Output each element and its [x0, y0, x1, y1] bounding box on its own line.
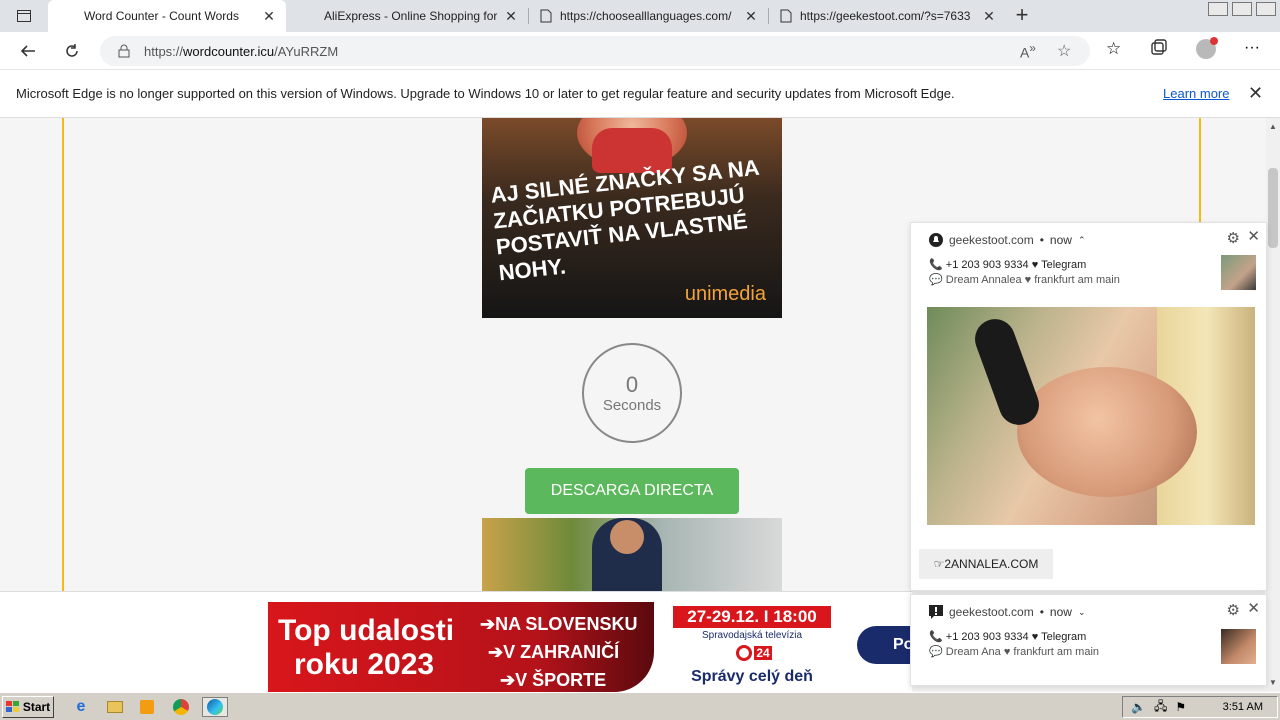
notification-line2: 💬 Dream Annalea ♥ frankfurt am main — [929, 274, 1120, 286]
grocery-ad[interactable] — [482, 518, 782, 591]
notification-time: now — [1049, 233, 1072, 247]
gear-icon[interactable]: ⚙ — [1227, 601, 1240, 619]
speaker-icon[interactable]: 🔈 — [1131, 700, 1146, 714]
tab-title: https://choosealllanguages.com/ — [560, 9, 732, 23]
notification-site: geekestoot.com — [949, 605, 1034, 619]
close-icon[interactable]: ✕ — [744, 8, 758, 25]
network-icon[interactable]: 🖧 — [1154, 697, 1167, 718]
ad-footer: Správy celý deň — [691, 668, 813, 685]
minimize-button[interactable] — [1208, 2, 1228, 16]
scrollbar-thumb[interactable] — [1268, 168, 1278, 248]
back-button[interactable] — [16, 39, 40, 63]
gear-icon[interactable]: ⚙ — [1227, 229, 1240, 247]
push-notification[interactable]: geekestoot.com • now ⌃ ⚙ ✕ 📞 +1 203 903 … — [910, 222, 1267, 591]
download-button[interactable]: DESCARGA DIRECTA — [525, 468, 739, 514]
ad-date: 27-29.12. I 18:00 — [673, 606, 831, 628]
collections-icon[interactable] — [1150, 39, 1168, 57]
tab-aliexpress[interactable]: AliExpress - Online Shopping for ✕ — [290, 0, 528, 32]
tab-title: https://geekestoot.com/?s=7633 — [800, 9, 971, 23]
notification-line2: 💬 Dream Ana ♥ frankfurt am main — [929, 646, 1100, 658]
ad-image-head — [610, 520, 644, 554]
page-border-left — [62, 118, 64, 591]
start-button[interactable]: Start — [2, 696, 54, 718]
push-notification[interactable]: geekestoot.com • now ⌄ ⚙ ✕ 📞 +1 203 903 … — [910, 594, 1267, 686]
notification-action-button[interactable]: ☞2ANNALEA.COM — [919, 549, 1053, 579]
close-icon[interactable]: ✕ — [1247, 227, 1260, 245]
windows-logo-icon — [5, 701, 19, 712]
arrow-left-icon — [20, 45, 35, 57]
notification-thumbnail — [1221, 629, 1256, 664]
notification-header: geekestoot.com • now ⌄ — [929, 605, 1085, 619]
tab-geekestoot[interactable]: https://geekestoot.com/?s=7633 ✕ — [770, 0, 1006, 32]
tab-title: AliExpress - Online Shopping for — [324, 9, 498, 23]
system-tray: 🔈 🖧 ⚑ 3:51 AM — [1122, 696, 1278, 718]
refresh-icon — [66, 44, 78, 57]
close-icon[interactable]: ✕ — [1248, 83, 1263, 104]
notification-thumbnail — [1221, 255, 1256, 290]
notification-line1: 📞 +1 203 903 9334 ♥ Telegram — [929, 259, 1087, 271]
ad-cta-button[interactable]: Po — [857, 626, 912, 664]
tab-choosealllanguages[interactable]: https://choosealllanguages.com/ ✕ — [530, 0, 768, 32]
timer-value: 0 — [625, 371, 639, 397]
favorites-icon[interactable]: ☆ — [1106, 39, 1121, 59]
tab-strip: Word Counter - Count Words ✕ AliExpress … — [0, 0, 1280, 32]
read-aloud-icon[interactable]: A» — [1020, 42, 1036, 61]
media-player-icon[interactable] — [136, 697, 158, 717]
address-toolbar: https://wordcounter.icu/AYuRRZM A» ☆ ☆ ·… — [0, 32, 1280, 70]
notification-time: now — [1049, 605, 1072, 619]
ad-title: Top udalosti roku 2023 — [278, 614, 455, 681]
close-icon[interactable]: ✕ — [262, 8, 276, 25]
chevron-down-icon[interactable]: ⌄ — [1078, 607, 1086, 618]
countdown-timer: 0 Seconds — [582, 343, 682, 443]
notification-header: geekestoot.com • now ⌃ — [929, 233, 1085, 247]
url-host: wordcounter.icu — [183, 43, 275, 59]
profile-avatar[interactable] — [1196, 37, 1218, 59]
message-alert-icon — [929, 605, 943, 619]
close-icon[interactable]: ✕ — [1247, 599, 1260, 617]
url-path: /AYuRRZM — [274, 43, 339, 59]
ta3-banner-ad[interactable]: Top udalosti roku 2023 ➔NA SLOVENSKU ➔V … — [268, 602, 912, 692]
ta3-logo: 24 — [726, 644, 782, 662]
close-icon[interactable]: ✕ — [504, 8, 518, 25]
maximize-button[interactable] — [1232, 2, 1252, 16]
bell-icon — [929, 233, 943, 247]
timer-label: Seconds — [602, 396, 662, 414]
chevron-up-icon[interactable]: ⌃ — [1078, 235, 1086, 246]
notification-line1: 📞 +1 203 903 9334 ♥ Telegram — [929, 631, 1087, 643]
url-scheme: https:// — [144, 43, 184, 59]
window-controls — [1208, 2, 1276, 16]
ie-icon[interactable]: e — [70, 697, 92, 717]
flag-icon[interactable]: ⚑ — [1175, 700, 1186, 714]
taskbar: Start e 🔈 🖧 ⚑ 3:51 AM — [0, 692, 1280, 720]
tab-title: Word Counter - Count Words — [84, 9, 239, 23]
notification-site: geekestoot.com — [949, 233, 1034, 247]
ad-topics-list: ➔NA SLOVENSKU ➔V ZAHRANIČÍ ➔V ŠPORTE — [480, 614, 638, 690]
ad-slogan: AJ SILNÉ ZNAČKY SA NA ZAČIATKU POTREBUJÚ… — [489, 154, 760, 286]
close-icon[interactable]: ✕ — [982, 8, 996, 25]
page-icon — [540, 9, 552, 23]
ad-brand: unimedia — [684, 283, 766, 305]
tab-word-counter[interactable]: Word Counter - Count Words ✕ — [48, 0, 286, 32]
lock-icon[interactable] — [118, 44, 130, 58]
new-tab-button[interactable]: + — [1010, 4, 1034, 28]
edge-icon[interactable] — [202, 697, 228, 717]
unimedia-ad[interactable]: AJ SILNÉ ZNAČKY SA NA ZAČIATKU POTREBUJÚ… — [482, 118, 782, 318]
page-icon — [780, 9, 792, 23]
more-menu-icon[interactable]: ··· — [1244, 39, 1260, 57]
unsupported-infobar: Microsoft Edge is no longer supported on… — [0, 70, 1280, 118]
add-favorite-icon[interactable]: ☆ — [1057, 41, 1071, 61]
chrome-icon[interactable] — [170, 697, 192, 717]
tab-actions-icon[interactable] — [14, 6, 34, 26]
close-window-button[interactable] — [1256, 2, 1276, 16]
ad-subtitle: Spravodajská televízia — [701, 630, 803, 641]
address-bar[interactable]: https://wordcounter.icu/AYuRRZM A» ☆ — [100, 36, 1090, 66]
folder-icon[interactable] — [104, 697, 126, 717]
ad-red-panel: Top udalosti roku 2023 ➔NA SLOVENSKU ➔V … — [268, 602, 654, 692]
learn-more-link[interactable]: Learn more — [1163, 86, 1229, 101]
refresh-button[interactable] — [60, 39, 84, 63]
notification-image — [927, 307, 1255, 525]
clock[interactable]: 3:51 AM — [1223, 701, 1263, 713]
infobar-message: Microsoft Edge is no longer supported on… — [16, 86, 955, 101]
